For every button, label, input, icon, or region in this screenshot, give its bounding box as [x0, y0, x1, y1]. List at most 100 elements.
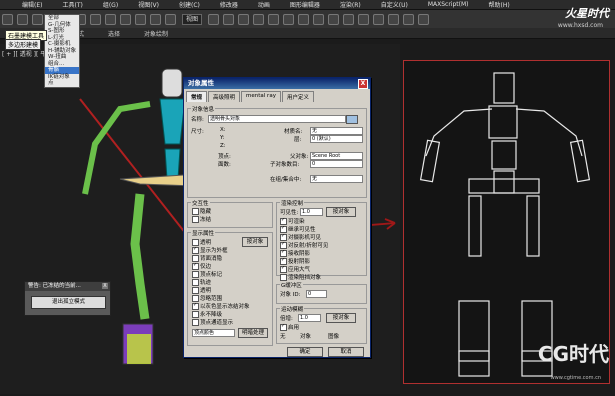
manipulate-icon[interactable]: [223, 13, 235, 25]
object-id-field[interactable]: 0: [306, 290, 327, 298]
radio-image[interactable]: 图像: [328, 332, 339, 340]
vertex-color-select[interactable]: 顶点颜色: [192, 329, 235, 337]
reference-coord-select[interactable]: 视图: [182, 13, 203, 25]
menu-views[interactable]: 视图(V): [138, 0, 159, 9]
scale-icon[interactable]: [165, 13, 177, 25]
by-object-button[interactable]: 按对象: [242, 237, 268, 247]
tab-general[interactable]: 常规: [186, 91, 208, 102]
vertex-ticks-checkbox[interactable]: [192, 271, 199, 278]
inherit-vis-checkbox[interactable]: [280, 225, 287, 233]
render-occluded-checkbox[interactable]: [280, 274, 287, 281]
faces-label: 面数:: [218, 162, 231, 168]
cast-shadows-checkbox[interactable]: [280, 257, 287, 265]
shaded-button[interactable]: 明暗处理: [238, 328, 268, 338]
filter-option[interactable]: 点: [45, 80, 79, 87]
move-icon[interactable]: [135, 13, 147, 25]
menu-group[interactable]: 组(G): [103, 0, 118, 9]
window-crossing-icon[interactable]: [120, 13, 132, 25]
radio-object[interactable]: 对象: [300, 332, 311, 340]
spinner-snap-icon[interactable]: [283, 13, 295, 25]
menu-animation[interactable]: 动画: [258, 0, 270, 9]
render-by-object-button[interactable]: 按对象: [326, 207, 356, 217]
see-through-checkbox[interactable]: [192, 287, 199, 294]
menu-edit[interactable]: 编辑(E): [22, 0, 42, 9]
backface-cull-checkbox[interactable]: [192, 255, 199, 262]
dim-x-label: X:: [220, 127, 226, 133]
menu-rendering[interactable]: 渲染(R): [340, 0, 361, 9]
align-icon[interactable]: [328, 13, 340, 25]
vis-reflect-checkbox[interactable]: [280, 241, 287, 249]
named-selection-icon[interactable]: [298, 13, 310, 25]
ribbon-tab-selection[interactable]: 选择: [108, 29, 120, 38]
ribbon-tab-object-paint[interactable]: 对象绘制: [144, 29, 168, 38]
wireframe-character: [419, 72, 591, 377]
edges-only-checkbox[interactable]: [192, 262, 199, 270]
vis-camera-label: 对摄影机可见: [288, 235, 322, 241]
vis-camera-checkbox[interactable]: [280, 233, 287, 241]
curve-editor-icon[interactable]: [358, 13, 370, 25]
pivot-icon[interactable]: [208, 13, 220, 25]
dialog-titlebar[interactable]: 对象属性 X: [184, 78, 370, 89]
unlink-icon[interactable]: [17, 13, 28, 25]
ignore-extents-checkbox[interactable]: [192, 295, 199, 302]
menu-modifiers[interactable]: 修改器: [220, 0, 238, 9]
vertex-channel-checkbox[interactable]: [192, 319, 199, 326]
menu-graph-editors[interactable]: 图形编辑器: [290, 0, 320, 9]
percent-snap-icon[interactable]: [268, 13, 280, 25]
angle-snap-icon[interactable]: [253, 13, 265, 25]
exit-isolation-button[interactable]: 退出孤立模式: [31, 296, 106, 309]
radio-none[interactable]: 无: [280, 332, 286, 340]
freeze-checkbox[interactable]: [192, 216, 199, 223]
material-label: 材质名:: [284, 129, 303, 135]
object-id-label: 对象 ID:: [280, 292, 301, 298]
menu-maxscript[interactable]: MAXScript(M): [428, 1, 469, 8]
menu-help[interactable]: 帮助(H): [489, 0, 510, 9]
layer-icon[interactable]: [343, 13, 355, 25]
layer-field: 0 (默认): [310, 135, 363, 143]
close-icon[interactable]: X: [102, 283, 108, 289]
motion-enabled-checkbox[interactable]: [280, 323, 287, 331]
link-icon[interactable]: [2, 13, 13, 25]
group-field: 无: [310, 175, 363, 183]
transparent-label: 透明: [200, 240, 212, 246]
object-color-swatch[interactable]: [346, 115, 358, 124]
gray-frozen-checkbox[interactable]: [192, 302, 199, 310]
schematic-icon[interactable]: [373, 13, 385, 25]
render-setup-icon[interactable]: [403, 13, 415, 25]
display-as-box-label: 显示为外框: [200, 248, 228, 254]
cast-shadows-label: 投射阴影: [288, 259, 311, 265]
tab-mental-ray[interactable]: mental ray: [241, 91, 281, 102]
motion-by-object-button[interactable]: 按对象: [326, 313, 356, 323]
name-field[interactable]: 透明骨头对象: [208, 115, 346, 123]
never-degrade-checkbox[interactable]: [192, 311, 199, 318]
mirror-icon[interactable]: [313, 13, 325, 25]
right-viewport[interactable]: [403, 60, 610, 384]
tab-adv-lighting[interactable]: 高级照明: [208, 91, 241, 102]
tooltip-poly: 多边形建模: [5, 39, 42, 50]
display-as-box-checkbox[interactable]: [192, 246, 199, 254]
ok-button[interactable]: 确定: [287, 347, 323, 357]
rotate-icon[interactable]: [150, 13, 162, 25]
dims-label: 尺寸:: [191, 129, 204, 135]
receive-shadows-checkbox[interactable]: [280, 249, 287, 257]
apply-atmos-checkbox[interactable]: [280, 265, 287, 273]
menu-create[interactable]: 创建(C): [179, 0, 200, 9]
transparent-checkbox[interactable]: [192, 239, 199, 246]
tab-user-defined[interactable]: 用户定义: [281, 91, 314, 102]
snap-icon[interactable]: [238, 13, 250, 25]
multiplier-field[interactable]: 1.0: [298, 314, 321, 322]
select-by-name-icon[interactable]: [90, 13, 102, 25]
render-icon[interactable]: [418, 13, 430, 25]
region-select-icon[interactable]: [105, 13, 117, 25]
close-icon[interactable]: X: [358, 79, 368, 89]
visibility-field[interactable]: 1.0: [300, 208, 323, 216]
menu-tools[interactable]: 工具(T): [62, 0, 82, 9]
renderable-checkbox[interactable]: [280, 217, 287, 225]
trajectory-checkbox[interactable]: [192, 279, 199, 286]
hide-checkbox[interactable]: [192, 208, 199, 215]
dialog-body: 对象信息 名称: 透明骨头对象 尺寸: X: Y: Z: 顶点: 面数: 材质名…: [184, 102, 370, 357]
material-editor-icon[interactable]: [388, 13, 400, 25]
cancel-button[interactable]: 取消: [328, 347, 364, 357]
bind-icon[interactable]: [32, 13, 43, 25]
menu-customize[interactable]: 自定义(U): [381, 0, 408, 9]
